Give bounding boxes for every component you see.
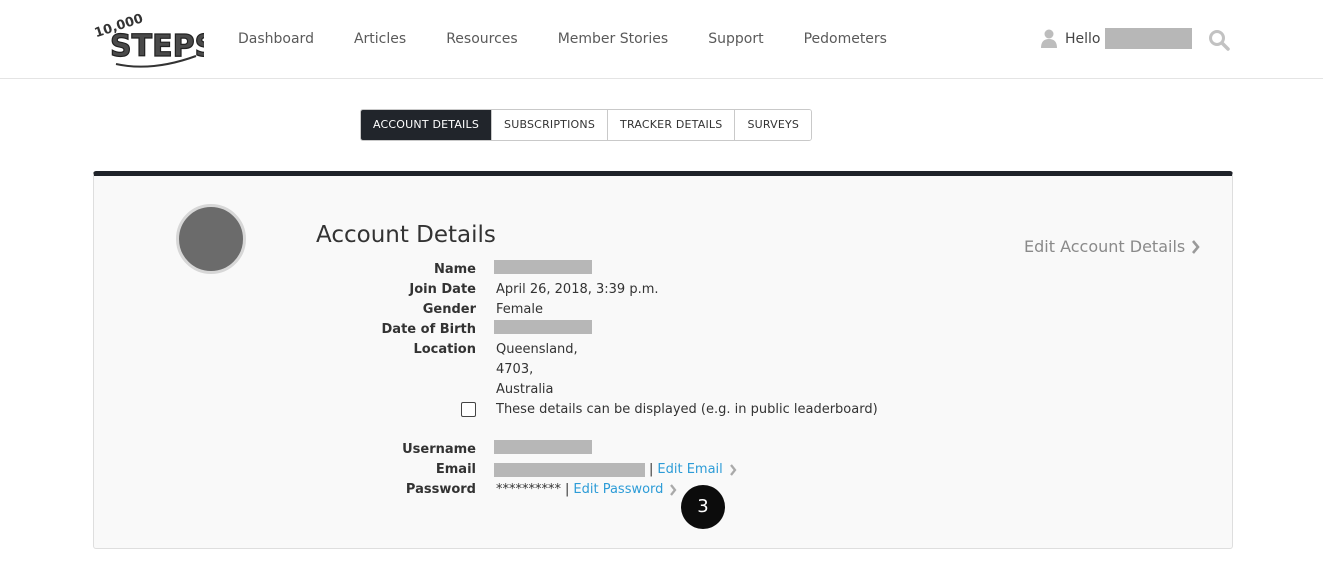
location-line: Australia bbox=[496, 382, 554, 397]
tab-subscriptions[interactable]: SUBSCRIPTIONS bbox=[491, 110, 608, 140]
field-email: Email | Edit Email bbox=[300, 460, 1000, 480]
tab-tracker-details[interactable]: TRACKER DETAILS bbox=[607, 110, 735, 140]
location-line: Queensland, bbox=[496, 342, 578, 357]
nav-support[interactable]: Support bbox=[708, 31, 763, 47]
chevron-right-icon bbox=[670, 484, 677, 496]
field-location: Location Queensland, bbox=[300, 340, 1000, 360]
password-mask: ********** bbox=[496, 482, 561, 497]
location-line: 4703, bbox=[496, 362, 534, 377]
redacted-name bbox=[494, 260, 592, 274]
search-icon[interactable] bbox=[1208, 29, 1230, 51]
nav-articles[interactable]: Articles bbox=[354, 31, 406, 47]
field-value: April 26, 2018, 3:39 p.m. bbox=[496, 282, 659, 297]
field-label: Date of Birth bbox=[381, 322, 476, 337]
redacted-username bbox=[1104, 28, 1192, 49]
chevron-right-icon bbox=[729, 464, 737, 476]
redacted-email bbox=[494, 463, 645, 477]
site-header: 10,000 STEPS Dashboard Articles Resource… bbox=[0, 0, 1323, 79]
redacted-dob bbox=[494, 320, 592, 334]
edit-account-details-label: Edit Account Details bbox=[1024, 237, 1186, 256]
field-value: Female bbox=[496, 302, 544, 317]
nav-resources[interactable]: Resources bbox=[446, 31, 518, 47]
field-label: Location bbox=[413, 342, 476, 357]
user-menu[interactable]: Hello bbox=[1041, 28, 1192, 49]
field-label: Join Date bbox=[409, 282, 476, 297]
nav-dashboard[interactable]: Dashboard bbox=[238, 31, 314, 47]
step-badge: 3 bbox=[681, 485, 725, 529]
field-label: Password bbox=[405, 482, 476, 497]
field-password: Password ********** | Edit Password bbox=[300, 480, 1000, 500]
field-label: Email bbox=[435, 462, 476, 477]
field-date-of-birth: Date of Birth bbox=[300, 320, 1000, 340]
tab-surveys[interactable]: SURVEYS bbox=[734, 110, 812, 140]
field-name: Name bbox=[300, 260, 1000, 280]
redacted-username-field bbox=[494, 440, 592, 454]
field-label: Gender bbox=[422, 302, 476, 317]
field-username: Username bbox=[300, 440, 1000, 460]
field-gender: Gender Female bbox=[300, 300, 1000, 320]
logo[interactable]: 10,000 STEPS bbox=[92, 10, 204, 70]
edit-email-link[interactable]: Edit Email bbox=[657, 460, 722, 480]
page-title: Account Details bbox=[316, 222, 496, 248]
avatar bbox=[176, 204, 246, 274]
field-label: Name bbox=[433, 262, 476, 277]
edit-password-link[interactable]: Edit Password bbox=[573, 480, 663, 500]
nav-member-stories[interactable]: Member Stories bbox=[558, 31, 669, 47]
main-nav: Dashboard Articles Resources Member Stor… bbox=[238, 31, 927, 47]
tab-account-details[interactable]: ACCOUNT DETAILS bbox=[361, 110, 492, 140]
nav-pedometers[interactable]: Pedometers bbox=[804, 31, 887, 47]
edit-account-details-link[interactable]: Edit Account Details bbox=[1024, 237, 1200, 256]
user-greeting: Hello bbox=[1065, 30, 1101, 47]
account-tabs: ACCOUNT DETAILS SUBSCRIPTIONS TRACKER DE… bbox=[360, 109, 813, 141]
field-join-date: Join Date April 26, 2018, 3:39 p.m. bbox=[300, 280, 1000, 300]
field-label: Username bbox=[402, 442, 476, 457]
user-icon bbox=[1041, 29, 1057, 48]
chevron-right-icon bbox=[1192, 239, 1200, 254]
public-details-label: These details can be displayed (e.g. in … bbox=[496, 402, 878, 417]
